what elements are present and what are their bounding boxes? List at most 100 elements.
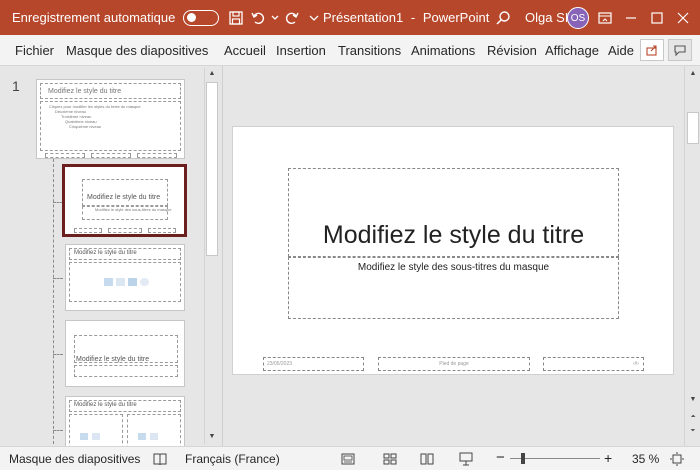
minimize-icon[interactable]	[620, 7, 642, 29]
subtitle-placeholder[interactable]: Modifiez le style des sous-titres du mas…	[288, 257, 619, 319]
chevron-down-icon[interactable]	[269, 7, 281, 29]
comments-icon	[674, 45, 686, 57]
footer-placeholder	[108, 228, 142, 233]
content-icon	[138, 433, 146, 440]
content-icon	[80, 433, 88, 440]
layout4-thumb-title: Modifiez le style du titre	[76, 356, 150, 363]
layout-tree-branch	[53, 278, 63, 279]
layout5-thumb-title: Modifiez le style du titre	[74, 402, 137, 408]
app-name: PowerPoint	[422, 10, 490, 25]
autosave-label: Enregistrement automatique	[12, 10, 176, 25]
content-left-placeholder	[69, 414, 123, 446]
text-placeholder	[74, 365, 178, 377]
share-button[interactable]	[640, 39, 664, 61]
language-label[interactable]: Français (France)	[185, 452, 280, 466]
layout-thumbnail-title-slide[interactable]: Modifiez le style du titre Modifiez le s…	[62, 164, 187, 237]
slide-number-text: ‹#›	[632, 361, 639, 367]
tab-insertion[interactable]: Insertion	[276, 43, 326, 58]
footer-placeholder	[91, 153, 131, 158]
content-icon	[150, 433, 158, 440]
tab-fichier[interactable]: Fichier	[15, 43, 54, 58]
status-bar: Masque des diapositives Français (France…	[0, 446, 700, 470]
slide-canvas[interactable]: Modifiez le style du titre Modifiez le s…	[232, 126, 674, 375]
tab-accueil[interactable]: Accueil	[224, 43, 266, 58]
save-icon[interactable]	[225, 7, 247, 29]
zoom-level[interactable]: 35 %	[632, 452, 659, 466]
ribbon-display-icon[interactable]	[594, 7, 616, 29]
slide-editor[interactable]: Modifiez le style du titre Modifiez le s…	[222, 66, 700, 446]
content-icon	[104, 278, 113, 286]
redo-icon[interactable]	[281, 7, 303, 29]
title-separator: -	[410, 10, 416, 25]
tab-aide[interactable]: Aide	[608, 43, 634, 58]
share-icon	[646, 45, 657, 56]
master-thumb-title: Modifiez le style du titre	[48, 88, 122, 95]
editor-scrollbar[interactable]: ▲ ▼ ⏶ ⏷	[684, 66, 700, 446]
layout-thumb-title: Modifiez le style du titre	[87, 194, 161, 201]
footer-placeholder[interactable]: Pied de page	[378, 357, 530, 371]
scroll-down-icon[interactable]: ▼	[686, 396, 700, 403]
ribbon-tabs: Fichier Masque des diapositives Accueil …	[0, 35, 700, 66]
master-thumbnail[interactable]: Modifiez le style du titre Cliquez pour …	[36, 79, 185, 159]
window-title: Présentation1 - PowerPoint	[323, 10, 489, 25]
scrollbar-thumb[interactable]	[206, 82, 218, 256]
master-thumb-level5: Cinquième niveau	[69, 124, 102, 129]
tab-animations[interactable]: Animations	[411, 43, 475, 58]
reading-view-icon[interactable]	[419, 451, 435, 467]
proofing-icon[interactable]	[152, 451, 168, 467]
tab-revision[interactable]: Révision	[487, 43, 537, 58]
title-placeholder	[82, 179, 168, 206]
next-slide-icon[interactable]: ⏷	[686, 428, 700, 435]
toggle-knob	[187, 12, 197, 22]
autosave-toggle[interactable]	[183, 9, 220, 26]
scroll-down-icon[interactable]: ▼	[205, 433, 219, 440]
customize-icon[interactable]	[303, 7, 325, 29]
date-placeholder	[45, 153, 85, 158]
tab-transitions[interactable]: Transitions	[338, 43, 401, 58]
normal-view-icon[interactable]	[340, 451, 356, 467]
number-placeholder	[137, 153, 177, 158]
layout-tree-branch	[53, 354, 63, 355]
date-text: 23/05/2023	[267, 361, 293, 367]
layout-thumbnail-title-content[interactable]: Modifiez le style du titre	[65, 244, 185, 311]
date-placeholder[interactable]: 23/05/2023	[263, 357, 364, 371]
content-icon	[92, 433, 100, 440]
previous-slide-icon[interactable]: ⏶	[686, 414, 700, 421]
content-icon	[140, 278, 149, 286]
content-icon	[116, 278, 125, 286]
close-icon[interactable]	[672, 7, 694, 29]
thumbnail-number: 1	[12, 78, 20, 94]
scroll-up-icon[interactable]: ▲	[686, 70, 700, 77]
user-name[interactable]: Olga SI	[525, 10, 568, 25]
layout-tree-branch	[53, 430, 63, 431]
layout-thumb-subtitle: Modifiez le style des sous-titres du mas…	[95, 207, 172, 212]
undo-icon[interactable]	[247, 7, 269, 29]
layout-thumbnail-two-content[interactable]: Modifiez le style du titre	[65, 396, 185, 446]
slide-sorter-icon[interactable]	[382, 451, 398, 467]
comments-button[interactable]	[668, 39, 692, 61]
zoom-slider-knob[interactable]	[520, 453, 525, 464]
title-placeholder[interactable]: Modifiez le style du titre	[288, 168, 619, 257]
number-placeholder	[148, 228, 176, 233]
slide-number-placeholder[interactable]: ‹#›	[543, 357, 644, 371]
zoom-in-icon[interactable]: +	[604, 450, 612, 466]
title-bar: Enregistrement automatique Présentation1…	[0, 0, 700, 35]
slide-thumbnail-pane[interactable]: 1 Modifiez le style du titre Cliquez pou…	[0, 66, 222, 446]
slide-title: Modifiez le style du titre	[322, 221, 585, 249]
search-icon[interactable]	[492, 7, 514, 29]
footer-text: Pied de page	[439, 361, 469, 367]
scroll-up-icon[interactable]: ▲	[205, 70, 219, 77]
content-placeholder	[69, 262, 181, 302]
thumbnail-scrollbar[interactable]: ▲ ▼	[204, 68, 218, 444]
maximize-icon[interactable]	[646, 7, 668, 29]
slideshow-icon[interactable]	[458, 451, 474, 467]
avatar[interactable]: OS	[567, 7, 589, 29]
layout-thumbnail-section-header[interactable]: Modifiez le style du titre	[65, 320, 185, 387]
slide-subtitle: Modifiez le style des sous-titres du mas…	[357, 262, 550, 273]
scrollbar-thumb[interactable]	[687, 112, 699, 144]
tab-affichage[interactable]: Affichage	[545, 43, 599, 58]
tab-masque-des-diapositives[interactable]: Masque des diapositives	[66, 43, 208, 58]
zoom-out-icon[interactable]: −	[496, 449, 505, 466]
fit-slide-icon[interactable]	[669, 451, 685, 467]
document-title: Présentation1	[323, 10, 404, 25]
